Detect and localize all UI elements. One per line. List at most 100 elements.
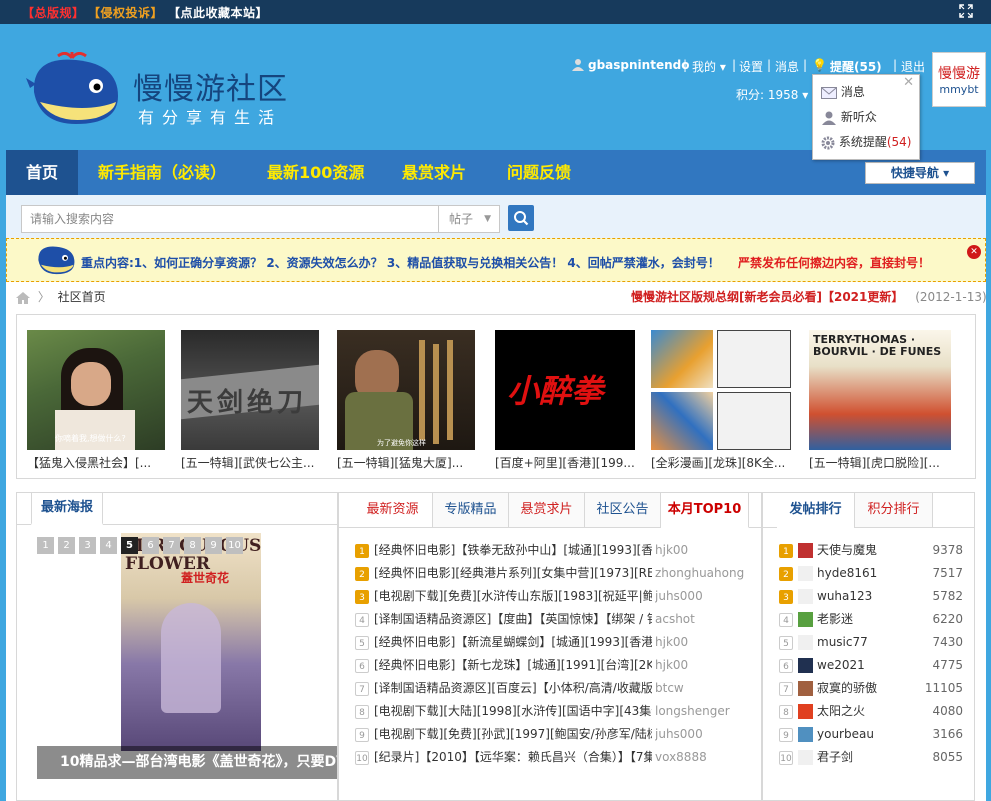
resource-author[interactable]: longshenger bbox=[655, 700, 747, 723]
user-avatar[interactable] bbox=[798, 704, 813, 719]
resource-author[interactable]: btcw bbox=[655, 677, 747, 700]
thumb-item[interactable]: 小醉拳 [百度+阿里][香港][199... bbox=[495, 330, 635, 471]
announcement-warning[interactable]: 严禁发布任何擦边内容，直接封号！ bbox=[738, 256, 930, 270]
ranking-row[interactable]: 7 寂寞的骄傲 11105 bbox=[779, 677, 963, 700]
thumb-caption[interactable]: [全彩漫画][龙珠][8K全... bbox=[651, 454, 793, 471]
ranking-row[interactable]: 10 君子剑 8055 bbox=[779, 746, 963, 769]
resource-title-link[interactable]: [纪录片]【2010】【远华案：赖氏昌兴（合集）】【7集/M bbox=[374, 746, 652, 769]
user-avatar[interactable] bbox=[798, 566, 813, 581]
resource-row[interactable]: 10 [纪录片]【2010】【远华案：赖氏昌兴（合集）】【7集/M vox8888 bbox=[355, 746, 747, 769]
resource-author[interactable]: hjk00 bbox=[655, 654, 747, 677]
thumb-item[interactable]: TERRY-THOMAS · BOURVIL · DE FUNES [五一特辑]… bbox=[809, 330, 951, 471]
rules-link[interactable]: 慢慢游社区版规总纲[新老会员必看]【2021更新】 bbox=[631, 290, 903, 304]
announcement-links[interactable]: 重点内容:1、如何正确分享资源？ 2、资源失效怎么办？ 3、精品值获取与兑换相关… bbox=[81, 256, 720, 270]
thumb-item[interactable]: [全彩漫画][龙珠][8K全... bbox=[651, 330, 791, 471]
poster-page-button[interactable]: 2 bbox=[58, 537, 75, 554]
ranking-row[interactable]: 4 老影迷 6220 bbox=[779, 608, 963, 631]
thumb-item[interactable]: 天剑绝刀 [五一特辑][武侠七公主... bbox=[181, 330, 319, 471]
resource-author[interactable]: juhs000 bbox=[655, 585, 747, 608]
poster-page-button[interactable]: 3 bbox=[79, 537, 96, 554]
resource-title-link[interactable]: [电视剧下载][免费][孙武][1997][鲍国安/孙彦军/陆树铭][国 bbox=[374, 723, 652, 746]
tab-post-ranking[interactable]: 发帖排行 bbox=[777, 493, 855, 528]
thumb-item[interactable]: 你嘀着我,想做什么? 【猛鬼入侵黑社会】[... bbox=[27, 330, 165, 471]
resource-row[interactable]: 8 [电视剧下载][大陆][1998][水浒传][国语中字][43集全] longs… bbox=[355, 700, 747, 723]
thumb-image[interactable]: 你嘀着我,想做什么? bbox=[27, 330, 165, 450]
my-menu[interactable]: 我的 ▾ bbox=[692, 58, 726, 75]
resource-title-link[interactable]: [电视剧下载][大陆][1998][水浒传][国语中字][43集全] bbox=[374, 700, 652, 723]
home-icon[interactable] bbox=[16, 291, 30, 304]
poster-page-button[interactable]: 5 bbox=[121, 537, 138, 554]
announcement-text[interactable]: 重点内容:1、如何正确分享资源？ 2、资源失效怎么办？ 3、精品值获取与兑换相关… bbox=[81, 254, 930, 271]
thumb-caption[interactable]: [五一特辑][猛鬼大厦]... bbox=[337, 454, 479, 471]
ranking-row[interactable]: 2 hyde8161 7517 bbox=[779, 562, 963, 585]
resource-title-link[interactable]: [电视剧下载][免费][水浒传山东版][1983][祝延平|鲍国安][国 bbox=[374, 585, 652, 608]
thumb-caption[interactable]: 【猛鬼入侵黑社会】[... bbox=[27, 454, 169, 471]
user-avatar[interactable] bbox=[798, 543, 813, 558]
thumb-image[interactable]: 为了避免你这样 bbox=[337, 330, 475, 450]
poster-page-button[interactable]: 8 bbox=[184, 537, 201, 554]
resource-author[interactable]: hjk00 bbox=[655, 631, 747, 654]
whale-logo-icon[interactable] bbox=[26, 51, 124, 127]
ranking-username[interactable]: yourbeau bbox=[817, 727, 874, 741]
resource-title-link[interactable]: [译制国语精品资源区]【度曲】【英国惊悚】【绑架 / 铁金刚 bbox=[374, 608, 652, 631]
username-link[interactable]: gbaspnintendo bbox=[588, 58, 689, 72]
poster-caption[interactable]: 10精品求—部台湾电影《盖世奇花》，只要DV bbox=[37, 746, 337, 779]
popup-system-item[interactable]: 系统提醒(54) bbox=[821, 133, 911, 150]
fullscreen-icon[interactable] bbox=[959, 4, 973, 22]
points-menu[interactable]: 积分: 1958 ▾ bbox=[736, 86, 808, 103]
search-input[interactable]: 请输入搜索内容 bbox=[21, 205, 439, 233]
bookmark-site-link[interactable]: 【点此收藏本站】 bbox=[168, 4, 268, 21]
user-avatar[interactable] bbox=[798, 589, 813, 604]
user-avatar[interactable] bbox=[798, 750, 813, 765]
user-avatar[interactable] bbox=[798, 612, 813, 627]
tab-latest-poster[interactable]: 最新海报 bbox=[31, 493, 104, 525]
thumb-image[interactable]: 天剑绝刀 bbox=[181, 330, 319, 450]
quick-nav-button[interactable]: 快捷导航 ▾ bbox=[865, 162, 975, 184]
ranking-row[interactable]: 9 yourbeau 3166 bbox=[779, 723, 963, 746]
logout-link[interactable]: 退出 bbox=[901, 58, 925, 75]
close-icon[interactable]: ✕ bbox=[903, 75, 914, 90]
nav-newbie-guide[interactable]: 新手指南（必读） bbox=[98, 150, 226, 195]
remind-link[interactable]: 提醒(55) bbox=[830, 58, 882, 75]
tab-featured[interactable]: 专版精品 bbox=[433, 493, 509, 527]
user-avatar[interactable] bbox=[798, 681, 813, 696]
user-avatar[interactable] bbox=[798, 658, 813, 673]
nav-latest-100[interactable]: 最新100资源 bbox=[267, 150, 364, 195]
poster-image[interactable]: MIRACULOUS FLOWER 蓋世奇花 bbox=[121, 533, 261, 751]
site-rules-link[interactable]: 【总版规】 bbox=[22, 4, 85, 21]
ranking-username[interactable]: 天使与魔鬼 bbox=[817, 543, 877, 557]
thumb-image[interactable]: TERRY-THOMAS · BOURVIL · DE FUNES bbox=[809, 330, 951, 450]
poster-page-button[interactable]: 9 bbox=[205, 537, 222, 554]
poster-page-button[interactable]: 10 bbox=[226, 537, 243, 554]
resource-author[interactable]: juhs000 bbox=[655, 723, 747, 746]
thumb-caption[interactable]: [五一特辑][武侠七公主... bbox=[181, 454, 323, 471]
ranking-row[interactable]: 8 太阳之火 4080 bbox=[779, 700, 963, 723]
popup-followers-item[interactable]: 新听众 bbox=[821, 108, 877, 125]
ranking-username[interactable]: 寂寞的骄傲 bbox=[817, 681, 877, 695]
tab-points-ranking[interactable]: 积分排行 bbox=[855, 493, 933, 527]
resource-author[interactable]: acshot bbox=[655, 608, 747, 631]
resource-row[interactable]: 1 [经典怀旧电影]【铁拳无敌孙中山】[城通][1993][香港][1080P]h… bbox=[355, 539, 747, 562]
poster-page-button[interactable]: 6 bbox=[142, 537, 159, 554]
resource-row[interactable]: 2 [经典怀旧电影][经典港片系列][女集中营][1973][RE zhonghua… bbox=[355, 562, 747, 585]
ranking-username[interactable]: we2021 bbox=[817, 658, 865, 672]
poster-page-button[interactable]: 4 bbox=[100, 537, 117, 554]
poster-page-button[interactable]: 7 bbox=[163, 537, 180, 554]
ranking-row[interactable]: 3 wuha123 5782 bbox=[779, 585, 963, 608]
search-type-select[interactable]: 帖子 ▼ bbox=[438, 205, 500, 233]
poster-page-button[interactable]: 1 bbox=[37, 537, 54, 554]
ranking-username[interactable]: hyde8161 bbox=[817, 566, 877, 580]
resource-author[interactable]: vox8888 bbox=[655, 746, 747, 769]
resource-row[interactable]: 3 [电视剧下载][免费][水浒传山东版][1983][祝延平|鲍国安][国juh… bbox=[355, 585, 747, 608]
breadcrumb-home[interactable]: 社区首页 bbox=[58, 290, 106, 304]
resource-row[interactable]: 4 [译制国语精品资源区]【度曲】【英国惊悚】【绑架 / 铁金刚acshot bbox=[355, 608, 747, 631]
copyright-complaint-link[interactable]: 【侵权投诉】 bbox=[88, 4, 163, 21]
nav-home[interactable]: 首页 bbox=[6, 150, 78, 195]
tab-announcements[interactable]: 社区公告 bbox=[585, 493, 661, 527]
avatar[interactable]: 慢慢游 mmybt bbox=[932, 52, 986, 107]
user-avatar[interactable] bbox=[798, 727, 813, 742]
ranking-row[interactable]: 1 天使与魔鬼 9378 bbox=[779, 539, 963, 562]
ranking-username[interactable]: 太阳之火 bbox=[817, 704, 865, 718]
messages-link[interactable]: 消息 bbox=[775, 58, 799, 75]
ranking-username[interactable]: wuha123 bbox=[817, 589, 872, 603]
